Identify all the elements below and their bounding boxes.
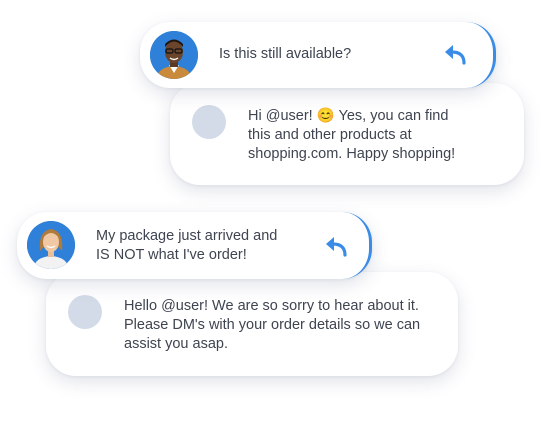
reply-text: Hello @user! We are so sorry to hear abo… — [124, 298, 421, 352]
woman-avatar-icon — [27, 221, 75, 269]
message-card-2: My package just arrived and IS NOT what … — [17, 212, 372, 279]
reply-card-2: Hello @user! We are so sorry to hear abo… — [46, 272, 458, 376]
reply-avatar-placeholder — [68, 295, 102, 329]
reply-arrow-icon[interactable] — [442, 43, 468, 65]
message-card-1: Is this still available? — [140, 22, 496, 88]
message-text: Is this still available? — [219, 46, 352, 62]
message-text: My package just arrived and IS NOT what … — [96, 228, 278, 263]
reply-card-1: Hi @user! 😊 Yes, you can find this and o… — [170, 83, 524, 185]
reply-arrow-icon[interactable] — [323, 235, 349, 257]
reply-text: Hi @user! 😊 Yes, you can find this and o… — [248, 108, 456, 162]
reply-avatar-placeholder — [192, 105, 226, 139]
man-avatar-icon — [150, 31, 198, 79]
